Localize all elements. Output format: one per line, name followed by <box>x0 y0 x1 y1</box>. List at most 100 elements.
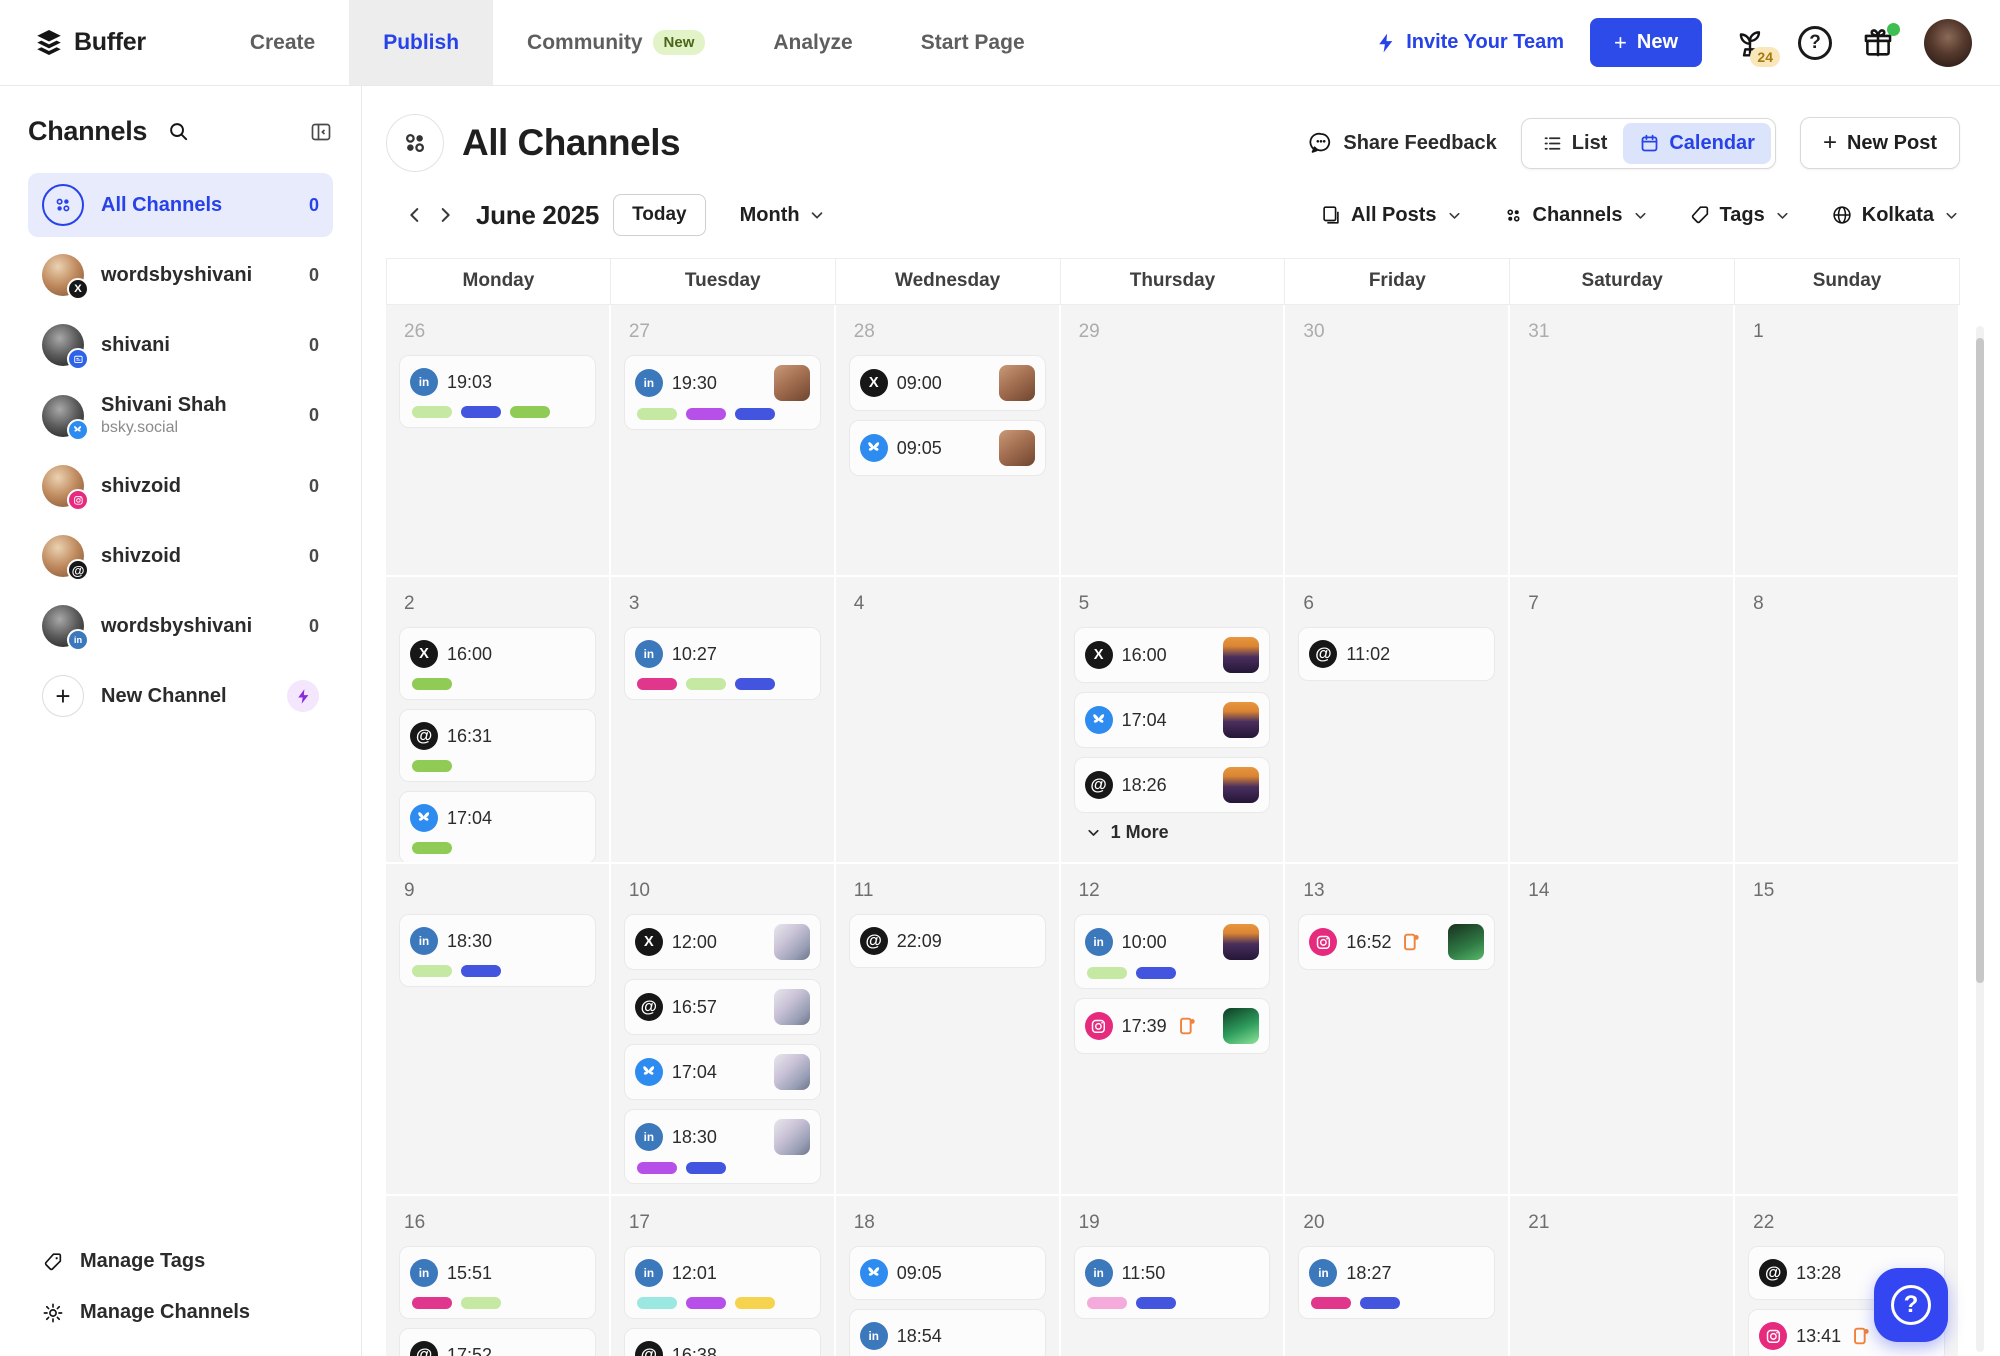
scheduled-post[interactable]: in18:27 <box>1298 1246 1495 1319</box>
sidebar-item-channel[interactable]: inwordsbyshivani0 <box>28 594 333 658</box>
scheduled-post[interactable]: @18:26 <box>1074 757 1271 813</box>
calendar-day-20[interactable]: 20in18:27 <box>1285 1196 1510 1356</box>
scheduled-post[interactable]: X16:00 <box>1074 627 1271 683</box>
scheduled-post[interactable]: in18:30 <box>624 1109 821 1184</box>
sidebar-item-channel[interactable]: Shivani Shahbsky.social0 <box>28 383 333 448</box>
timezone-filter[interactable]: Kolkata <box>1831 204 1960 227</box>
streak-indicator[interactable]: 24 <box>1728 21 1772 65</box>
manage-channels-button[interactable]: Manage Channels <box>28 1291 333 1334</box>
nav-tab-create[interactable]: Create <box>216 0 349 85</box>
calendar-day-13[interactable]: 1316:52 <box>1285 864 1510 1196</box>
calendar-day-29[interactable]: 29 <box>1061 305 1286 577</box>
calendar-day-11[interactable]: 11@22:09 <box>836 864 1061 1196</box>
scheduled-post[interactable]: 16:52 <box>1298 914 1495 970</box>
sidebar-item-channel[interactable]: shivzoid0 <box>28 454 333 518</box>
collapse-sidebar-icon[interactable] <box>309 120 333 144</box>
calendar-day-5[interactable]: 5X16:0017:04@18:261 More <box>1061 577 1286 864</box>
scheduled-post[interactable]: in18:30 <box>399 914 596 987</box>
calendar-day-26[interactable]: 26in19:03 <box>386 305 611 577</box>
nav-tab-analyze[interactable]: Analyze <box>739 0 886 85</box>
calendar-day-18[interactable]: 1809:05in18:54 <box>836 1196 1061 1356</box>
scheduled-post[interactable]: @17:52 <box>399 1328 596 1356</box>
today-button[interactable]: Today <box>613 194 706 236</box>
scheduled-post[interactable]: 17:04 <box>624 1044 821 1100</box>
gift-icon[interactable] <box>1858 23 1898 63</box>
nav-tab-publish[interactable]: Publish <box>349 0 493 85</box>
calendar-view-button[interactable]: Calendar <box>1623 123 1771 164</box>
invite-your-team-link[interactable]: Invite Your Team <box>1375 31 1564 54</box>
scheduled-post[interactable]: 17:39 <box>1074 998 1271 1054</box>
calendar-day-14[interactable]: 14 <box>1510 864 1735 1196</box>
prev-month-button[interactable] <box>400 200 430 230</box>
calendar-day-8[interactable]: 8 <box>1735 577 1960 864</box>
search-icon[interactable] <box>167 120 190 143</box>
calendar-day-4[interactable]: 4 <box>836 577 1061 864</box>
calendar-day-16[interactable]: 16in15:51@17:52 <box>386 1196 611 1356</box>
post-thumbnail <box>1223 924 1259 960</box>
new-channel-button[interactable]: +New Channel <box>28 664 333 728</box>
calendar-day-3[interactable]: 3in10:27 <box>611 577 836 864</box>
buffer-logo[interactable]: Buffer <box>34 0 146 85</box>
scheduled-post[interactable]: in11:50 <box>1074 1246 1271 1319</box>
scheduled-post[interactable]: X09:00 <box>849 355 1046 411</box>
calendar-day-17[interactable]: 17in12:01@16:38 <box>611 1196 836 1356</box>
nav-tab-start-page[interactable]: Start Page <box>887 0 1059 85</box>
calendar-day-10[interactable]: 10X12:00@16:5717:04in18:30Show less <box>611 864 836 1196</box>
tags-filter[interactable]: Tags <box>1689 204 1791 227</box>
scheduled-post[interactable]: @16:57 <box>624 979 821 1035</box>
new-button[interactable]: + New <box>1590 18 1702 67</box>
post-time: 18:30 <box>447 931 492 952</box>
calendar-day-2[interactable]: 2X16:00@16:3117:041 More <box>386 577 611 864</box>
manage-tags-button[interactable]: Manage Tags <box>28 1240 333 1283</box>
scrollbar-track[interactable] <box>1976 326 1984 1352</box>
calendar-day-30[interactable]: 30 <box>1285 305 1510 577</box>
x-badge-icon: X <box>67 278 89 300</box>
scheduled-post[interactable]: X16:00 <box>399 627 596 700</box>
scheduled-post[interactable]: in19:03 <box>399 355 596 428</box>
scheduled-post[interactable]: in12:01 <box>624 1246 821 1319</box>
calendar-day-15[interactable]: 15 <box>1735 864 1960 1196</box>
next-month-button[interactable] <box>430 200 460 230</box>
scheduled-post[interactable]: in10:00 <box>1074 914 1271 989</box>
view-granularity-dropdown[interactable]: Month <box>740 204 826 227</box>
list-view-button[interactable]: List <box>1526 123 1624 164</box>
scrollbar-thumb[interactable] <box>1976 338 1984 983</box>
scheduled-post[interactable]: 17:04 <box>399 791 596 864</box>
scheduled-post[interactable]: 09:05 <box>849 420 1046 476</box>
new-post-button[interactable]: + New Post <box>1800 117 1960 169</box>
share-feedback-button[interactable]: Share Feedback <box>1309 131 1496 155</box>
calendar-day-19[interactable]: 19in11:50 <box>1061 1196 1286 1356</box>
scheduled-post[interactable]: in18:54 <box>849 1309 1046 1356</box>
scheduled-post[interactable]: in15:51 <box>399 1246 596 1319</box>
scheduled-post[interactable]: X12:00 <box>624 914 821 970</box>
calendar-day-6[interactable]: 6@11:02 <box>1285 577 1510 864</box>
calendar-day-27[interactable]: 27in19:30 <box>611 305 836 577</box>
sidebar-item-channel[interactable]: Xwordsbyshivani0 <box>28 243 333 307</box>
calendar-day-12[interactable]: 12in10:0017:39 <box>1061 864 1286 1196</box>
nav-tab-community[interactable]: CommunityNew <box>493 0 739 85</box>
sidebar-item-all-channels[interactable]: All Channels0 <box>28 173 333 237</box>
user-avatar[interactable] <box>1924 19 1972 67</box>
help-icon[interactable]: ? <box>1798 26 1832 60</box>
scheduled-post[interactable]: @11:02 <box>1298 627 1495 681</box>
scheduled-post[interactable]: in19:30 <box>624 355 821 430</box>
scheduled-post[interactable]: @22:09 <box>849 914 1046 968</box>
channel-name: All Channels <box>101 194 222 217</box>
calendar-day-28[interactable]: 28X09:0009:05 <box>836 305 1061 577</box>
scheduled-post[interactable]: in10:27 <box>624 627 821 700</box>
sidebar-item-channel[interactable]: shivani0 <box>28 313 333 377</box>
calendar-day-7[interactable]: 7 <box>1510 577 1735 864</box>
scheduled-post[interactable]: @16:38 <box>624 1328 821 1356</box>
help-fab[interactable]: ? <box>1874 1268 1948 1342</box>
calendar-day-31[interactable]: 31 <box>1510 305 1735 577</box>
scheduled-post[interactable]: 09:05 <box>849 1246 1046 1300</box>
scheduled-post[interactable]: 17:04 <box>1074 692 1271 748</box>
calendar-day-1[interactable]: 1 <box>1735 305 1960 577</box>
show-more-button[interactable]: 1 More <box>1085 822 1284 843</box>
all-posts-filter[interactable]: All Posts <box>1320 204 1463 227</box>
sidebar-item-channel[interactable]: @shivzoid0 <box>28 524 333 588</box>
scheduled-post[interactable]: @16:31 <box>399 709 596 782</box>
calendar-day-9[interactable]: 9in18:30 <box>386 864 611 1196</box>
calendar-day-21[interactable]: 21 <box>1510 1196 1735 1356</box>
channels-filter[interactable]: Channels <box>1503 204 1649 227</box>
